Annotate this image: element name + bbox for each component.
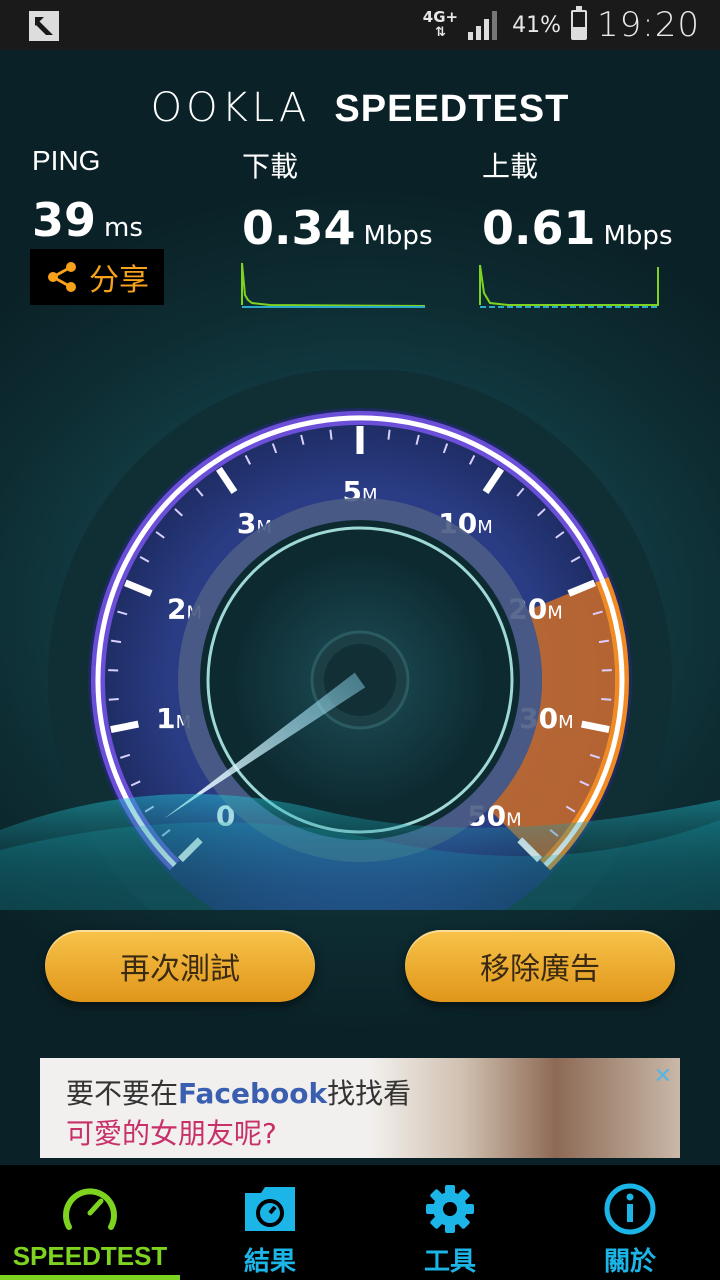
nav-speedtest[interactable]: SPEEDTEST — [0, 1165, 180, 1280]
ookla-logo: OOKLA — [150, 85, 311, 131]
battery-percent: 41% — [512, 12, 562, 38]
speedometer-icon — [63, 1188, 117, 1230]
info-icon — [604, 1183, 656, 1235]
download-unit: Mbps — [363, 221, 433, 251]
ping-unit: ms — [104, 213, 143, 243]
nav-about[interactable]: 關於 — [540, 1165, 720, 1280]
bottom-nav: SPEEDTEST 結果 工具 關於 — [0, 1165, 720, 1280]
results-folder-icon — [245, 1187, 295, 1231]
clock: 19:20 — [597, 5, 700, 45]
nav-results[interactable]: 結果 — [180, 1165, 360, 1280]
upload-label: 上載 — [482, 151, 539, 182]
speedtest-main: OOKLA SPEEDTEST PING 39 ms 下載 0.34 Mbps 上載 … — [0, 50, 720, 1165]
status-bar: 4G+ ⇅ 41% 19:20 — [0, 0, 720, 50]
signal-icon — [468, 11, 498, 40]
upload-metric: 上載 0.61 Mbps — [482, 145, 673, 255]
upload-value: 0.61 — [482, 201, 596, 255]
ad-close-icon[interactable]: ✕ — [654, 1064, 672, 1089]
upload-sparkline — [479, 264, 659, 308]
ping-value: 39 — [32, 193, 97, 247]
upload-unit: Mbps — [603, 221, 673, 251]
gauge-minor-tick — [108, 697, 119, 701]
speedtest-logo: SPEEDTEST — [334, 88, 570, 130]
notification-icon — [29, 11, 59, 41]
network-type: 4G+ ⇅ — [422, 8, 459, 41]
remove-ads-button[interactable]: 移除廣告 — [405, 930, 675, 1002]
share-icon — [48, 262, 76, 292]
gauge-minor-tick — [387, 429, 391, 440]
download-metric: 下載 0.34 Mbps — [242, 145, 433, 255]
nav-results-label: 結果 — [243, 1246, 296, 1276]
nav-about-label: 關於 — [603, 1246, 656, 1276]
speed-gauge: 01M2M3M5M10M20M30M50M — [0, 370, 720, 910]
gear-icon — [426, 1185, 474, 1233]
ad-photo — [370, 1058, 680, 1158]
nav-tools-label: 工具 — [423, 1246, 476, 1276]
ad-line2: 可愛的女朋友呢? — [66, 1117, 277, 1150]
share-button[interactable]: 分享 — [30, 249, 164, 305]
nav-speedtest-label: SPEEDTEST — [12, 1241, 168, 1271]
retest-button[interactable]: 再次測試 — [45, 930, 315, 1002]
download-sparkline — [241, 262, 425, 308]
download-value: 0.34 — [242, 201, 356, 255]
gauge-minor-tick — [329, 429, 333, 440]
ping-metric: PING 39 ms — [32, 145, 143, 247]
battery-icon — [571, 6, 588, 40]
gauge-minor-tick — [601, 697, 612, 701]
ad-banner[interactable]: 要不要在Facebook找找看 可愛的女朋友呢? ✕ — [40, 1058, 680, 1158]
share-label: 分享 — [89, 263, 149, 298]
ad-facebook-text: Facebook — [178, 1077, 328, 1110]
nav-tools[interactable]: 工具 — [360, 1165, 540, 1280]
ping-label: PING — [32, 145, 101, 176]
download-label: 下載 — [242, 151, 299, 182]
brand-logo: OOKLA SPEEDTEST — [0, 85, 720, 131]
ad-line1: 要不要在Facebook找找看 — [66, 1077, 412, 1110]
